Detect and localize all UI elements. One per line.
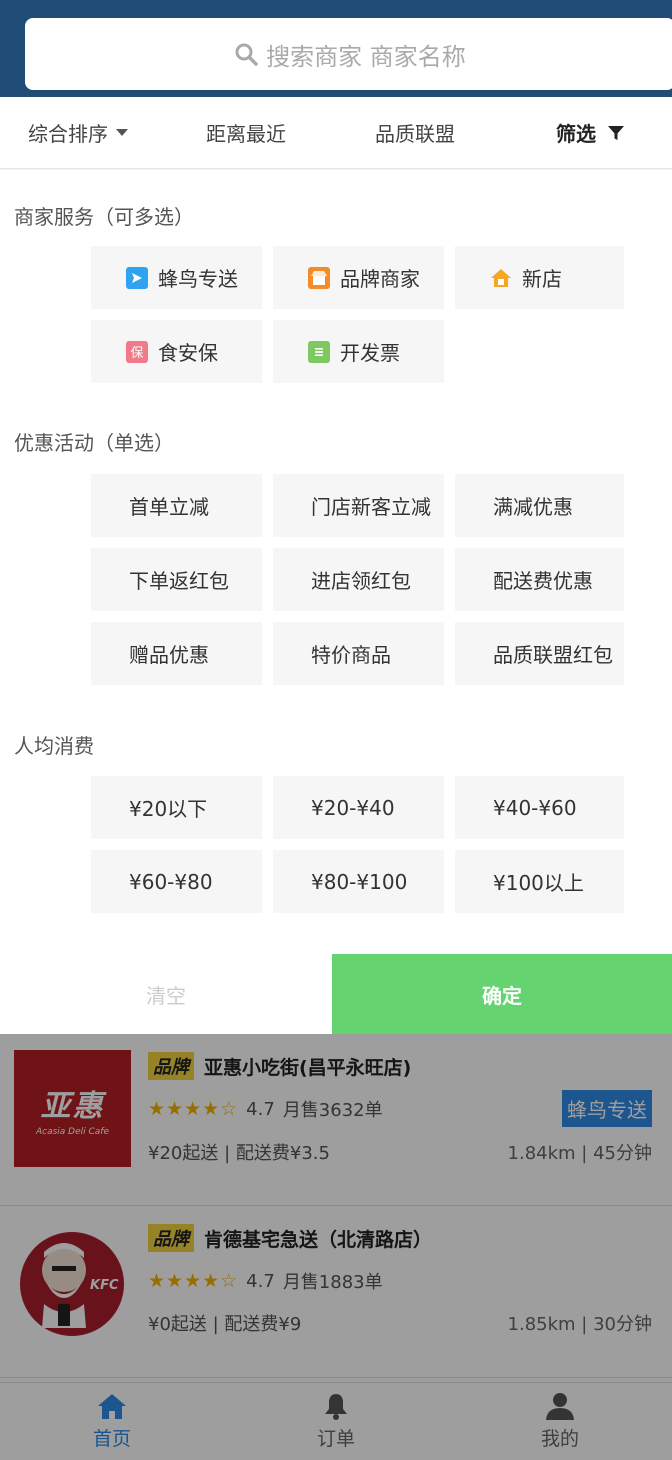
services-title: 商家服务（可多选） (14, 205, 194, 229)
dim-overlay[interactable] (0, 1034, 672, 1460)
clear-button[interactable]: 清空 (0, 954, 332, 1034)
promo-option[interactable]: 配送费优惠 (455, 548, 624, 611)
filter-toggle[interactable]: 筛选 (556, 118, 626, 147)
price-label: ¥20以下 (129, 797, 208, 821)
sort-quality[interactable]: 品质联盟 (375, 118, 455, 147)
price-option[interactable]: ¥80-¥100 (273, 850, 444, 913)
promo-option[interactable]: 满减优惠 (455, 474, 624, 537)
price-label: ¥100以上 (493, 871, 584, 895)
promo-label: 赠品优惠 (129, 643, 209, 667)
service-label: 新店 (522, 267, 562, 291)
service-food-safety[interactable]: 保 食安保 (91, 320, 262, 383)
promo-label: 品质联盟红包 (493, 643, 613, 667)
promo-label: 配送费优惠 (493, 569, 593, 593)
promo-label: 下单返红包 (129, 569, 229, 593)
price-option[interactable]: ¥20-¥40 (273, 776, 444, 839)
price-option[interactable]: ¥40-¥60 (455, 776, 624, 839)
price-title: 人均消费 (14, 734, 94, 758)
promo-option[interactable]: 品质联盟红包 (455, 622, 624, 685)
search-icon (235, 43, 258, 66)
home-icon (490, 267, 512, 289)
invoice-icon (308, 340, 330, 363)
promo-label: 特价商品 (311, 643, 391, 667)
promo-label: 满减优惠 (493, 495, 573, 519)
price-label: ¥60-¥80 (129, 869, 213, 894)
promo-option[interactable]: 特价商品 (273, 622, 444, 685)
promo-label: 首单立减 (129, 495, 209, 519)
sort-comprehensive-label: 综合排序 (28, 122, 108, 146)
service-label: 食安保 (158, 341, 218, 365)
promo-option[interactable]: 下单返红包 (91, 548, 262, 611)
filter-actions: 清空 确定 (0, 954, 672, 1034)
shield-icon: 保 (126, 340, 148, 363)
sort-quality-label: 品质联盟 (375, 122, 455, 146)
filter-panel: 商家服务（可多选） 蜂鸟专送 品牌商家 新店 保 食安保 开发票 优惠活动（单选… (0, 170, 672, 954)
promotions-title: 优惠活动（单选） (14, 431, 174, 455)
service-label: 开发票 (340, 341, 400, 365)
price-label: ¥40-¥60 (493, 795, 577, 820)
promo-option[interactable]: 门店新客立减 (273, 474, 444, 537)
service-new-store[interactable]: 新店 (455, 246, 624, 309)
search-input[interactable]: 搜索商家 商家名称 (25, 18, 672, 90)
sort-comprehensive[interactable]: 综合排序 (28, 118, 128, 147)
search-placeholder: 搜索商家 商家名称 (266, 42, 466, 71)
promo-option[interactable]: 赠品优惠 (91, 622, 262, 685)
service-invoice[interactable]: 开发票 (273, 320, 444, 383)
price-label: ¥20-¥40 (311, 795, 395, 820)
promo-label: 进店领红包 (311, 569, 411, 593)
filter-icon (608, 125, 624, 140)
sort-distance-label: 距离最近 (206, 122, 286, 146)
promo-option[interactable]: 进店领红包 (273, 548, 444, 611)
service-fengniao[interactable]: 蜂鸟专送 (91, 246, 262, 309)
sort-distance[interactable]: 距离最近 (206, 118, 286, 147)
send-icon (126, 266, 148, 289)
price-option[interactable]: ¥20以下 (91, 776, 262, 839)
filter-toggle-label: 筛选 (556, 122, 596, 146)
service-brand[interactable]: 品牌商家 (273, 246, 444, 309)
header-bar: 搜索商家 商家名称 (0, 0, 672, 97)
price-option[interactable]: ¥60-¥80 (91, 850, 262, 913)
promo-label: 门店新客立减 (311, 495, 431, 519)
price-label: ¥80-¥100 (311, 869, 408, 894)
service-label: 品牌商家 (340, 267, 420, 291)
service-label: 蜂鸟专送 (158, 267, 238, 291)
chevron-down-icon (116, 129, 128, 136)
promo-option[interactable]: 首单立减 (91, 474, 262, 537)
price-option[interactable]: ¥100以上 (455, 850, 624, 913)
store-icon (308, 266, 330, 289)
confirm-button[interactable]: 确定 (332, 954, 672, 1034)
sort-bar: 综合排序 距离最近 品质联盟 筛选 (0, 97, 672, 169)
